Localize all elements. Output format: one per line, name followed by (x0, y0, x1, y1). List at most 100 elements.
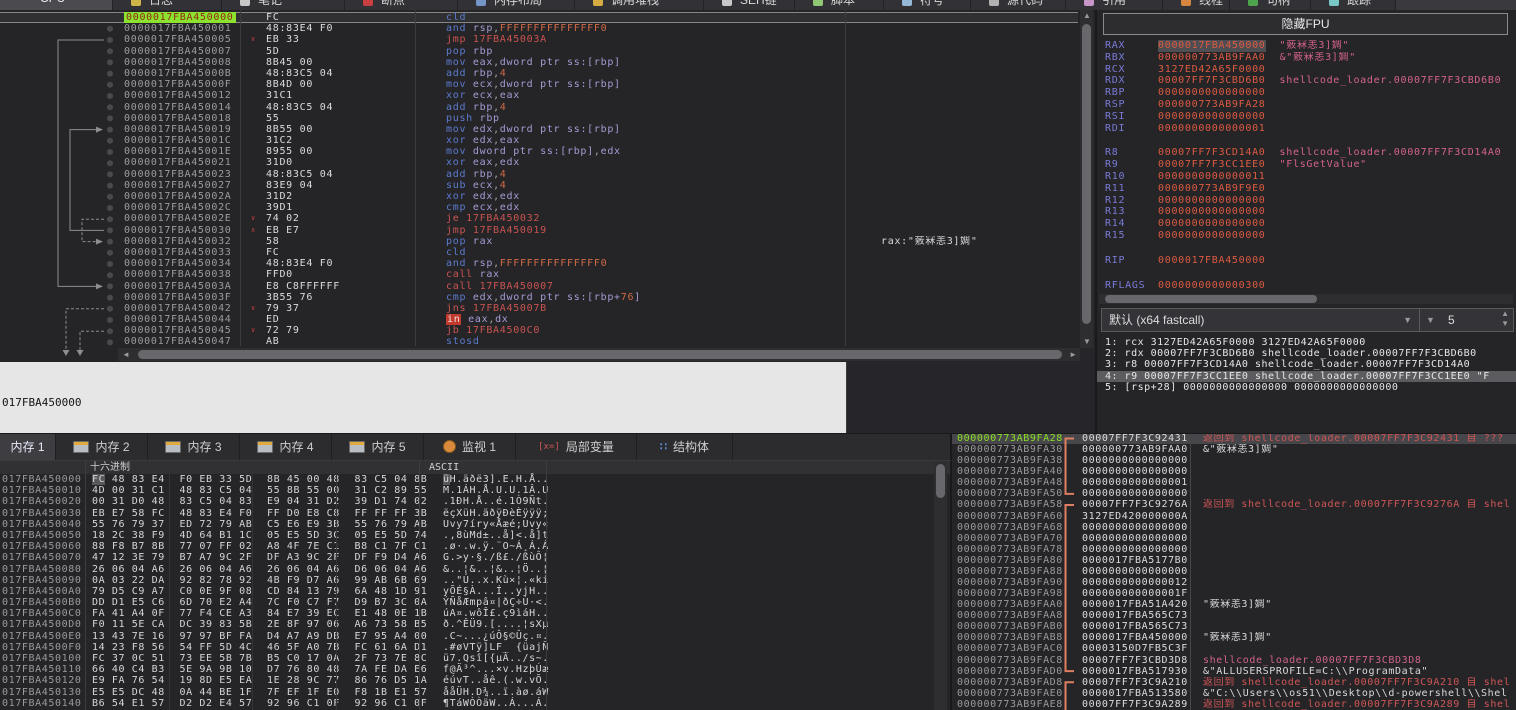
disasm-row[interactable]: 0000017FBA450030∧EB E7jmp 17FBA450019 (0, 225, 1078, 236)
stack-row[interactable]: 000000773AB9FA880000000000000000 (952, 566, 1516, 577)
top-tab-7[interactable]: 脚本 (795, 0, 884, 10)
stack-row[interactable]: 000000773AB9FA680000000000000000 (952, 522, 1516, 533)
dump-tab-6[interactable]: 监视 1 (424, 433, 516, 460)
memory-dump-panel[interactable]: 十六进制 ASCII 017FBA450000FC 48 83 E4F0 EB … (0, 461, 951, 710)
stack-row[interactable]: 000000773AB9FAD800007FF7F3C9A210返回到 shel… (952, 677, 1516, 688)
dump-row[interactable]: 017FBA45002000 31 D0 4883 C5 04 83E9 04 … (0, 496, 951, 507)
register-row[interactable]: RBP0000000000000000 (1097, 87, 1516, 99)
disasm-row[interactable]: 0000017FBA45002783E9 04sub ecx,4 (0, 180, 1078, 191)
stack-row[interactable]: 000000773AB9FAC800007FF7F3CBD3D8shellcod… (952, 655, 1516, 666)
disasm-row[interactable]: 0000017FBA450005∨EB 33jmp 17FBA45003A (0, 34, 1078, 45)
dump-row[interactable]: 017FBA45007047 12 3E 79B7 A7 9C 2FDF A3 … (0, 552, 951, 563)
disasm-row[interactable]: 0000017FBA45000148:83E4 F0and rsp,FFFFFF… (0, 23, 1078, 34)
dump-row[interactable]: 017FBA4500104D 00 31 C148 83 C5 0455 8B … (0, 485, 951, 496)
dump-row[interactable]: 017FBA450120E9 FA 76 5419 8D E5 EA1E 28 … (0, 675, 951, 686)
stack-row[interactable]: 000000773AB9FAA80000017FBA565C73 (952, 610, 1516, 621)
disasm-row[interactable]: 0000017FBA450047ABstosd (0, 336, 1078, 347)
register-row[interactable]: RDX00007FF7F3CBD6B0shellcode_loader.0000… (1097, 75, 1516, 87)
top-tab-6[interactable]: SEH链 (704, 0, 795, 10)
disasm-row[interactable]: 0000017FBA450033FCcld (0, 247, 1078, 258)
disasm-row[interactable]: 0000017FBA450045∨72 79jb 17FBA4500C0 (0, 325, 1078, 336)
top-tab-3[interactable]: 断点 (345, 0, 458, 10)
register-row[interactable]: RCX3127ED42A65F0000 (1097, 64, 1516, 76)
top-tab-1[interactable]: 日志 (113, 0, 222, 10)
disasm-row[interactable]: 0000017FBA45003258pop raxrax:"薂冧恙3]婤" (0, 236, 1078, 247)
dump-row[interactable]: 017FBA4500A079 D5 C9 A7C0 0E 9F 08CD 84 … (0, 586, 951, 597)
stack-row[interactable]: 000000773AB9FA98000000000000001F (952, 588, 1516, 599)
register-row[interactable]: RDI0000000000000001 (1097, 123, 1516, 135)
disasm-vertical-scrollbar[interactable]: ▲ ▼ (1080, 10, 1093, 348)
dump-tab-5[interactable]: 内存 5 (332, 433, 424, 460)
disasm-row[interactable]: 0000017FBA45001448:83C5 04add rbp,4 (0, 102, 1078, 113)
disasm-row[interactable]: 0000017FBA45002348:83C5 04add rbp,4 (0, 169, 1078, 180)
dump-row[interactable]: 017FBA45011066 40 C4 B35E 9A 9B 10D7 76 … (0, 664, 951, 675)
top-tab-12[interactable]: 句柄 (1230, 0, 1311, 10)
top-tab-9[interactable]: 源代码 (971, 0, 1066, 10)
dump-row[interactable]: 017FBA450030EB E7 58 FC48 83 E4 F0FF D0 … (0, 508, 951, 519)
top-tab-2[interactable]: 笔记 (222, 0, 345, 10)
panel-splitter[interactable] (0, 433, 1516, 434)
scrollbar-thumb[interactable] (936, 464, 945, 498)
disasm-row[interactable]: 0000017FBA45001C31C2xor edx,eax (0, 135, 1078, 146)
stack-row[interactable]: 000000773AB9FA2800007FF7F3C92431返回到 shel… (952, 433, 1516, 444)
disasm-row[interactable]: 0000017FBA4500075Dpop rbp (0, 46, 1078, 57)
dump-tab-4[interactable]: 内存 4 (240, 433, 332, 460)
top-tab-11[interactable]: 线程 (1163, 0, 1230, 10)
stack-row[interactable]: 000000773AB9FA700000000000000000 (952, 533, 1516, 544)
register-row[interactable]: RSP000000773AB9FA28 (1097, 99, 1516, 111)
top-tab-4[interactable]: 内存布局 (458, 0, 575, 10)
disasm-row[interactable]: 0000017FBA450038FFD0call rax (0, 269, 1078, 280)
disassembly-panel[interactable]: AX 0000017FBA450000FCcld0000017FBA450001… (0, 10, 1080, 362)
dump-row[interactable]: 017FBA450140B6 54 E1 57D2 D2 E4 5792 96 … (0, 698, 951, 709)
stack-row[interactable]: 000000773AB9FA900000000000000012 (952, 577, 1516, 588)
register-row[interactable]: RAX0000017FBA450000"薂冧恙3]婤" (1097, 40, 1516, 52)
registers-horizontal-scrollbar[interactable] (1099, 294, 1513, 304)
top-tab-8[interactable]: 符号 (884, 0, 971, 10)
disasm-row[interactable]: 0000017FBA45003F3B55 76cmp edx,dword ptr… (0, 292, 1078, 303)
calling-convention-select[interactable]: 默认 (x64 fastcall) ▼ (1101, 308, 1420, 332)
scrollbar-thumb[interactable] (1105, 295, 1317, 303)
dump-row[interactable]: 017FBA4500900A 03 22 DA92 82 78 924B F9 … (0, 575, 951, 586)
dump-tab-3[interactable]: 内存 3 (148, 433, 240, 460)
stack-row[interactable]: 000000773AB9FA380000000000000000 (952, 455, 1516, 466)
stack-row[interactable]: 000000773AB9FA30000000773AB9FAA0&"薂冧恙3]婤… (952, 444, 1516, 455)
scroll-down-icon[interactable]: ▼ (1083, 338, 1091, 346)
call-argument-row[interactable]: 3: r8 00007FF7F3CD14A0 shellcode_loader.… (1097, 359, 1516, 370)
top-tab-13[interactable]: 跟踪 (1311, 0, 1396, 10)
register-row[interactable]: RSI0000000000000000 (1097, 111, 1516, 123)
call-argument-row[interactable]: 4: r9 00007FF7F3CC1EE0 shellcode_loader.… (1097, 371, 1516, 382)
register-row[interactable]: RFLAGS0000000000000300 (1097, 280, 1516, 292)
stack-row[interactable]: 000000773AB9FAE800007FF7F3C9A289返回到 shel… (952, 699, 1516, 710)
disasm-row[interactable]: 0000017FBA450044EDin eax,dx (0, 314, 1078, 325)
disasm-row[interactable]: 0000017FBA45003448:83E4 F0and rsp,FFFFFF… (0, 258, 1078, 269)
scrollbar-thumb[interactable] (138, 350, 1062, 359)
spinner-arrows-icon[interactable]: ▲▼ (1501, 309, 1509, 329)
top-tab-10[interactable]: 引用 (1066, 0, 1163, 10)
register-row[interactable]: R120000000000000000 (1097, 195, 1516, 207)
dump-tab-2[interactable]: 内存 2 (56, 433, 148, 460)
dump-row[interactable]: 017FBA4500D0F0 11 5E CADC 39 83 5B2E 8F … (0, 619, 951, 630)
register-row[interactable]: RBX000000773AB9FAA0&"薂冧恙3]婤" (1097, 52, 1516, 64)
disasm-horizontal-scrollbar[interactable]: ◄ ► (118, 348, 1080, 361)
stack-row[interactable]: 000000773AB9FA5800007FF7F3C9276A返回到 shel… (952, 499, 1516, 510)
register-row[interactable]: R130000000000000000 (1097, 206, 1516, 218)
dump-row[interactable]: 017FBA45008026 06 04 A626 06 04 A626 06 … (0, 564, 951, 575)
register-row[interactable]: R100000000000000011 (1097, 171, 1516, 183)
disasm-row[interactable]: 0000017FBA4500198B55 00mov edx,dword ptr… (0, 124, 1078, 135)
register-row[interactable]: R140000000000000000 (1097, 218, 1516, 230)
disasm-row[interactable]: 0000017FBA45000F8B4D 00mov ecx,dword ptr… (0, 79, 1078, 90)
panel-splitter[interactable] (950, 433, 952, 710)
dump-row[interactable]: 017FBA4500F014 23 F8 5654 FF 5D 4C46 5F … (0, 642, 951, 653)
dump-tab-8[interactable]: ∷结构体 (637, 433, 733, 460)
stack-row[interactable]: 000000773AB9FA603127ED420000000A (952, 511, 1516, 522)
register-row[interactable]: R11000000773AB9F9E0 (1097, 183, 1516, 195)
panel-splitter[interactable] (1095, 10, 1097, 433)
dump-row[interactable]: 017FBA45006088 F8 B7 8B77 07 FF 02A8 4F … (0, 541, 951, 552)
register-row[interactable]: R800007FF7F3CD14A0shellcode_loader.00007… (1097, 147, 1516, 159)
stack-row[interactable]: 000000773AB9FA780000000000000000 (952, 544, 1516, 555)
dump-vertical-scrollbar[interactable] (934, 461, 947, 710)
stack-row[interactable]: 000000773AB9FA500000000000000000 (952, 488, 1516, 499)
register-row[interactable]: RIP0000017FBA450000 (1097, 255, 1516, 267)
disasm-row[interactable]: 0000017FBA45002A31D2xor edx,edx (0, 191, 1078, 202)
dump-tab-1[interactable]: 内存 1 (0, 433, 56, 462)
